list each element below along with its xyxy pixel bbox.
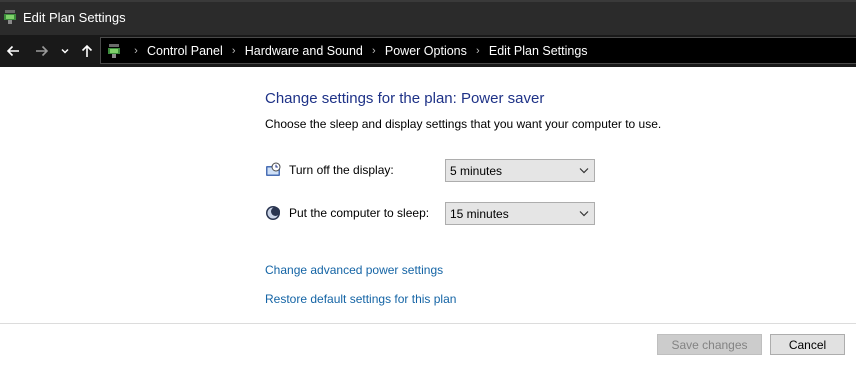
advanced-power-settings-link[interactable]: Change advanced power settings — [265, 263, 443, 277]
chevron-right-icon[interactable]: › — [363, 45, 385, 57]
arrow-left-icon — [6, 45, 19, 57]
breadcrumb-power-options[interactable]: Power Options — [385, 44, 467, 58]
restore-defaults-link[interactable]: Restore default settings for this plan — [265, 292, 456, 306]
chevron-down-icon — [579, 168, 589, 174]
display-timeout-label: Turn off the display: — [289, 163, 394, 177]
chevron-right-icon: › — [134, 44, 138, 57]
sleep-timeout-value: 15 minutes — [450, 207, 509, 221]
display-timeout-value: 5 minutes — [450, 164, 503, 178]
breadcrumb-hardware-and-sound[interactable]: Hardware and Sound — [245, 44, 363, 58]
cancel-button[interactable]: Cancel — [770, 334, 845, 355]
back-button[interactable] — [4, 41, 22, 61]
page-title: Change settings for the plan: Power save… — [265, 90, 545, 107]
arrow-right-icon — [36, 45, 49, 57]
chevron-right-icon[interactable]: › — [467, 45, 489, 57]
power-options-icon — [108, 44, 120, 58]
up-button[interactable] — [78, 41, 96, 61]
arrow-up-icon — [81, 44, 93, 57]
address-bar[interactable]: › Control Panel › Hardware and Sound › P… — [100, 37, 856, 64]
sleep-moon-icon — [266, 206, 280, 220]
chevron-right-icon[interactable]: › — [223, 45, 245, 57]
power-options-icon — [4, 10, 16, 24]
chevron-down-icon — [579, 211, 589, 217]
display-timer-icon — [266, 162, 281, 176]
navigation-bar: › Control Panel › Hardware and Sound › P… — [0, 35, 856, 67]
recent-locations-button[interactable] — [58, 41, 72, 61]
breadcrumb-edit-plan-settings[interactable]: Edit Plan Settings — [489, 44, 588, 58]
sleep-timeout-select[interactable]: 15 minutes — [445, 202, 595, 225]
window-top-border — [0, 0, 856, 2]
save-changes-button[interactable]: Save changes — [657, 334, 762, 355]
display-timeout-select[interactable]: 5 minutes — [445, 159, 595, 182]
window-title: Edit Plan Settings — [23, 10, 126, 25]
title-bar: Edit Plan Settings — [0, 0, 856, 35]
footer-divider — [0, 323, 856, 324]
breadcrumb-control-panel[interactable]: Control Panel — [147, 44, 223, 58]
main-content: Change settings for the plan: Power save… — [0, 67, 856, 385]
breadcrumb: › Control Panel › Hardware and Sound › P… — [125, 38, 588, 63]
chevron-down-icon — [61, 48, 69, 54]
sleep-timeout-label: Put the computer to sleep: — [289, 206, 430, 220]
forward-button[interactable] — [33, 41, 51, 61]
page-description: Choose the sleep and display settings th… — [265, 117, 662, 131]
